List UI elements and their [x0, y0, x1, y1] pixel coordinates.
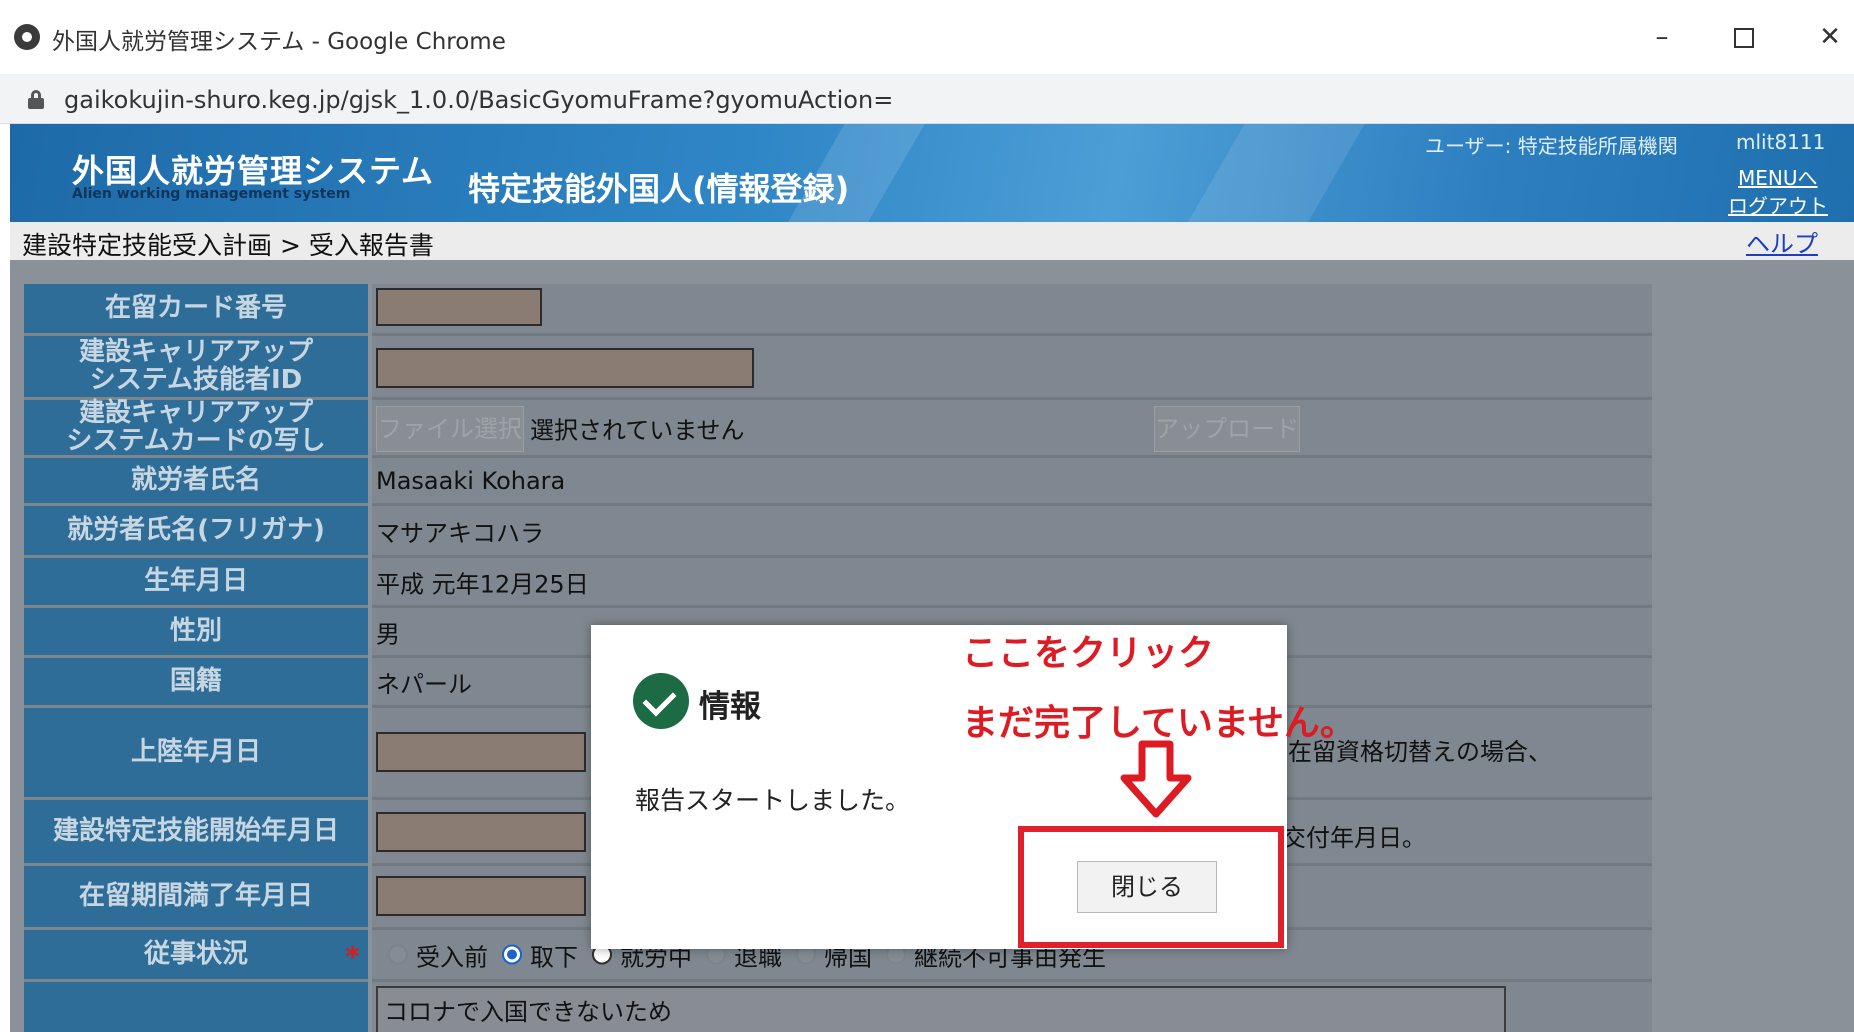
field-label [24, 982, 368, 1032]
address-bar[interactable]: gaikokujin-shuro.keg.jp/gjsk_1.0.0/Basic… [0, 74, 1854, 124]
row-worker-name: 就労者氏名 Masaaki Kohara [24, 458, 1652, 506]
landing-date-input[interactable] [376, 732, 586, 772]
app-header: 外国人就労管理システム Alien working management sys… [10, 124, 1854, 222]
field-label: 性別 [24, 608, 368, 658]
check-circle-icon [633, 673, 689, 729]
window-titlebar: 外国人就労管理システム - Google Chrome – ✕ [0, 0, 1854, 74]
expiry-date-input[interactable] [376, 876, 586, 916]
breadcrumb: 建設特定技能受入計画 > 受入報告書 [22, 231, 434, 260]
user-id: mlit8111 [1736, 130, 1826, 154]
start-date-input[interactable] [376, 812, 586, 852]
field-label: 国籍 [24, 658, 368, 708]
ccus-id-input[interactable] [376, 348, 754, 388]
field-label: 就労者氏名(フリガナ) [24, 506, 368, 558]
field-label: 在留カード番号 [24, 284, 368, 336]
field-label: 建設キャリアアップ システムカードの写し [24, 400, 368, 458]
field-label: 上陸年月日 [24, 708, 368, 800]
annotation-not-complete: まだ完了していません。 [962, 703, 1356, 744]
row-ccus-id: 建設キャリアアップ システム技能者ID [24, 336, 1652, 400]
annotation-click-here: ここをクリック [962, 633, 1215, 674]
birthdate-value: 平成 元年12月25日 [376, 570, 589, 598]
field-label: 在留期間満了年月日 [24, 866, 368, 930]
row-worker-kana: 就労者氏名(フリガナ) マサアキコハラ [24, 506, 1652, 558]
row-residence-card: 在留カード番号 [24, 284, 1652, 336]
window-title: 外国人就労管理システム - Google Chrome [52, 29, 506, 55]
radio-withdrawn[interactable] [502, 944, 522, 965]
file-status: 選択されていません [530, 416, 745, 444]
chrome-icon [14, 24, 40, 50]
user-label: ユーザー: 特定技能所属機関 [1425, 134, 1678, 158]
row-reason: コロナで入国できないため [24, 982, 1652, 1032]
field-label: 生年月日 [24, 558, 368, 608]
lock-icon [28, 90, 44, 109]
minimize-button[interactable]: – [1632, 12, 1692, 62]
upload-button[interactable]: アップロード [1154, 406, 1300, 452]
field-label: 建設特定技能開始年月日 [24, 800, 368, 866]
gender-value: 男 [376, 620, 400, 648]
residence-card-input[interactable] [376, 288, 542, 326]
row-birthdate: 生年月日 平成 元年12月25日 [24, 558, 1652, 608]
highlight-box [1018, 826, 1284, 948]
dialog-message: 報告スタートしました。 [635, 786, 911, 815]
radio-before-acceptance[interactable] [388, 944, 408, 965]
field-label: 従事状況 * [24, 930, 368, 982]
row-ccus-card-copy: 建設キャリアアップ システムカードの写し ファイル選択 選択されていません アップ… [24, 400, 1652, 458]
field-label: 建設キャリアアップ システム技能者ID [24, 336, 368, 400]
required-mark: * [345, 940, 360, 973]
nationality-value: ネパール [376, 670, 472, 698]
app-name-en: Alien working management system [72, 186, 351, 202]
menu-link[interactable]: MENUへ [1738, 162, 1818, 191]
maximize-icon [1734, 27, 1754, 48]
dialog-title: 情報 [699, 689, 761, 725]
maximize-button[interactable] [1714, 12, 1774, 62]
start-date-note: 交付年月日。 [1282, 824, 1426, 852]
page-title: 特定技能外国人(情報登録) [468, 170, 850, 208]
field-label: 就労者氏名 [24, 458, 368, 506]
reason-textarea[interactable]: コロナで入国できないため [376, 986, 1506, 1032]
url-text[interactable]: gaikokujin-shuro.keg.jp/gjsk_1.0.0/Basic… [64, 86, 893, 114]
logout-link[interactable]: ログアウト [1728, 190, 1828, 219]
breadcrumb-bar: 建設特定技能受入計画 > 受入報告書 ヘルプ [10, 222, 1854, 260]
file-select-button[interactable]: ファイル選択 [376, 406, 524, 452]
worker-name-value: Masaaki Kohara [376, 466, 566, 495]
help-link[interactable]: ヘルプ [1746, 224, 1818, 259]
down-arrow-icon [1120, 740, 1192, 818]
worker-kana-value: マサアキコハラ [376, 519, 544, 547]
close-window-button[interactable]: ✕ [1800, 12, 1854, 62]
